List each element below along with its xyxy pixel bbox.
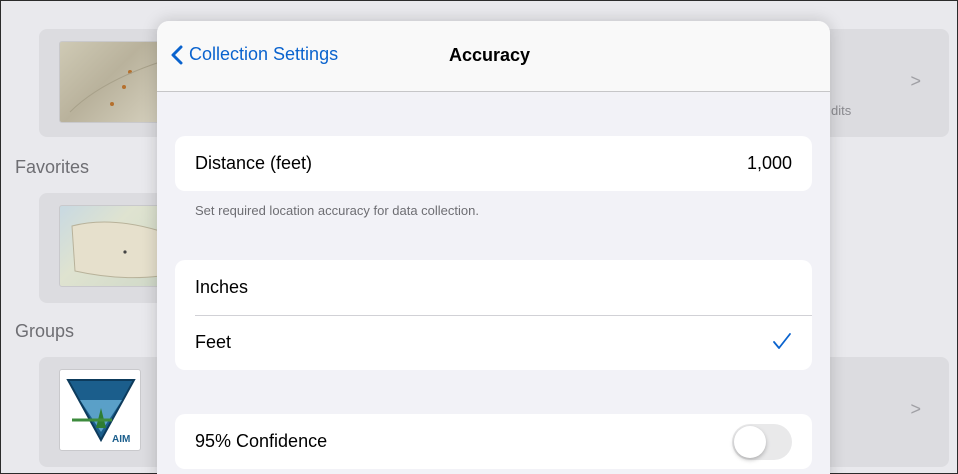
distance-value[interactable]: 1,000	[747, 153, 792, 174]
unit-option-inches[interactable]: Inches	[175, 260, 812, 315]
distance-row[interactable]: Distance (feet) 1,000	[175, 136, 812, 191]
groups-section-title: Groups	[15, 321, 75, 341]
confidence-row: 95% Confidence	[175, 414, 812, 469]
distance-group: Distance (feet) 1,000	[175, 136, 812, 191]
chevron-right-icon: >	[910, 399, 921, 419]
chevron-right-icon: >	[910, 71, 921, 91]
map-thumbnail	[59, 41, 169, 123]
back-button[interactable]: Collection Settings	[171, 44, 338, 65]
distance-label: Distance (feet)	[195, 153, 313, 173]
unit-option-label: Feet	[195, 332, 232, 352]
navigation-bar: Collection Settings Accuracy	[157, 21, 830, 92]
checkmark-icon	[772, 332, 792, 354]
group-logo-text: AIM	[112, 434, 131, 445]
distance-footnote: Set required location accuracy for data …	[195, 203, 479, 218]
group-logo: AIM	[59, 369, 141, 451]
accuracy-sheet: Collection Settings Accuracy Distance (f…	[157, 21, 830, 474]
partial-text: dits	[831, 103, 852, 118]
page-title: Accuracy	[449, 45, 531, 65]
unit-option-feet[interactable]: Feet	[175, 315, 812, 370]
favorites-section-title: Favorites	[15, 157, 90, 177]
confidence-group: 95% Confidence	[175, 414, 812, 469]
confidence-toggle[interactable]	[732, 423, 792, 460]
back-button-label: Collection Settings	[189, 44, 339, 64]
toggle-knob	[734, 425, 766, 458]
map-thumbnail-image	[71, 221, 161, 279]
units-group: Inches Feet	[175, 260, 812, 370]
map-thumbnail	[59, 205, 169, 287]
unit-option-label: Inches	[195, 277, 249, 297]
chevron-left-icon	[171, 45, 183, 64]
map-thumbnail-image	[69, 61, 161, 113]
confidence-label: 95% Confidence	[195, 431, 328, 451]
